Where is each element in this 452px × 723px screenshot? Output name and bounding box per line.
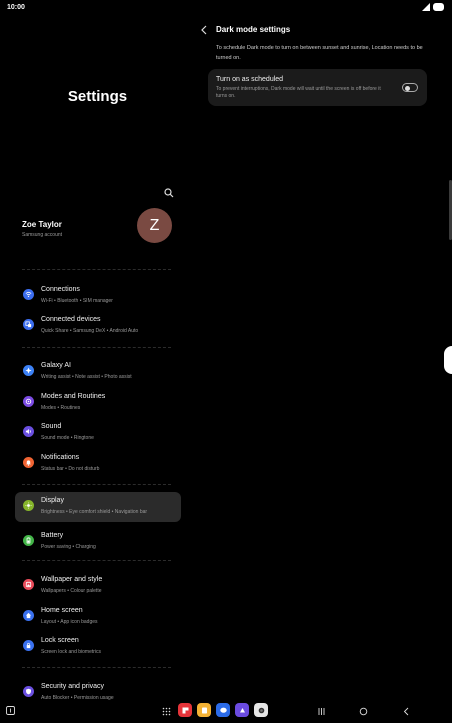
- settings-item-battery[interactable]: Battery Power saving • Charging: [15, 527, 181, 557]
- item-title: Wallpaper and style: [41, 576, 103, 583]
- sun-icon: [23, 500, 34, 511]
- item-subtitle: Wi-Fi • Bluetooth • SIM manager: [41, 298, 113, 304]
- toggle-knob: [405, 85, 410, 91]
- settings-item-sound[interactable]: Sound Sound mode • Ringtone: [15, 418, 181, 448]
- back-arrow-icon[interactable]: [200, 25, 208, 35]
- wifi-icon: [23, 289, 34, 300]
- item-subtitle: Writing assist • Note assist • Photo ass…: [41, 374, 132, 380]
- camera-icon[interactable]: [254, 703, 268, 717]
- ai-star-icon: [23, 365, 34, 376]
- item-title: Lock screen: [41, 637, 79, 644]
- recents-icon[interactable]: [317, 707, 326, 716]
- modes-icon: [23, 396, 34, 407]
- settings-item-notifications[interactable]: Notifications Status bar • Do not distur…: [15, 449, 181, 479]
- system-icons: [422, 3, 444, 11]
- item-title: Security and privacy: [41, 683, 105, 690]
- settings-item-lock-screen[interactable]: Lock screen Screen lock and biometrics: [15, 632, 181, 662]
- settings-item-connected-devices[interactable]: Connected devices Quick Share • Samsung …: [15, 311, 181, 341]
- item-subtitle: Sound mode • Ringtone: [41, 435, 94, 441]
- settings-item-modes-routines[interactable]: Modes and Routines Modes • Routines: [15, 388, 181, 418]
- flipboard-icon[interactable]: [178, 703, 192, 717]
- item-subtitle: Screen lock and biometrics: [41, 649, 102, 655]
- avatar[interactable]: Z: [137, 208, 172, 243]
- signal-icon: [422, 3, 430, 11]
- item-subtitle: Modes • Routines: [41, 405, 81, 411]
- divider: [22, 347, 171, 349]
- item-title: Sound: [41, 423, 62, 430]
- status-bar: 10:00: [0, 0, 452, 16]
- divider: [22, 560, 171, 562]
- devices-icon: [23, 319, 34, 330]
- settings-item-connections[interactable]: Connections Wi-Fi • Bluetooth • SIM mana…: [15, 281, 181, 311]
- shield-icon: [23, 686, 34, 697]
- dock: [178, 703, 268, 717]
- item-title: Galaxy AI: [41, 362, 71, 369]
- home-nav-icon[interactable]: [359, 707, 368, 716]
- page-title: Settings: [67, 88, 128, 105]
- profile-sub: Samsung account: [22, 232, 63, 238]
- detail-description: To schedule Dark mode to turn on between…: [216, 45, 423, 61]
- item-title: Notifications: [41, 454, 80, 461]
- item-subtitle: Brightness • Eye comfort shield • Naviga…: [41, 509, 148, 515]
- home-icon: [23, 610, 34, 621]
- profile-name: Zoe Taylor: [22, 220, 62, 229]
- option-subtitle: To prevent interruptions, Dark mode will…: [216, 86, 381, 99]
- account-profile[interactable]: Zoe Taylor Samsung account: [22, 220, 62, 238]
- turn-on-as-scheduled-option[interactable]: Turn on as scheduled To prevent interrup…: [208, 69, 427, 106]
- item-subtitle: Layout • App icon badges: [41, 619, 98, 625]
- brush-icon: [23, 579, 34, 590]
- item-subtitle: Power saving • Charging: [41, 544, 96, 550]
- messages-icon[interactable]: [216, 703, 230, 717]
- item-subtitle: Status bar • Do not disturb: [41, 466, 100, 472]
- detail-title: Dark mode settings: [216, 25, 291, 34]
- notes-icon[interactable]: [197, 703, 211, 717]
- search-icon[interactable]: [164, 188, 174, 198]
- option-title: Turn on as scheduled: [216, 76, 284, 83]
- gallery-icon[interactable]: [235, 703, 249, 717]
- speaker-icon: [23, 426, 34, 437]
- settings-item-home-screen[interactable]: Home screen Layout • App icon badges: [15, 602, 181, 632]
- item-subtitle: Quick Share • Samsung DeX • Android Auto: [41, 328, 139, 334]
- accessibility-icon[interactable]: [6, 706, 15, 715]
- item-subtitle: Wallpapers • Colour palette: [41, 588, 102, 594]
- item-title: Display: [41, 497, 64, 504]
- status-time: 10:00: [7, 4, 25, 11]
- item-title: Battery: [41, 532, 64, 539]
- settings-item-galaxy-ai[interactable]: Galaxy AI Writing assist • Note assist •…: [15, 357, 181, 387]
- item-title: Connections: [41, 286, 80, 293]
- edge-panel-handle[interactable]: [444, 346, 452, 374]
- settings-item-wallpaper[interactable]: Wallpaper and style Wallpapers • Colour …: [15, 571, 181, 601]
- divider: [22, 667, 171, 669]
- item-title: Modes and Routines: [41, 393, 106, 400]
- scheduled-toggle[interactable]: [402, 83, 418, 92]
- item-title: Connected devices: [41, 316, 101, 323]
- battery-setting-icon: [23, 535, 34, 546]
- lock-icon: [23, 640, 34, 651]
- battery-icon: [433, 3, 444, 11]
- divider: [22, 484, 171, 486]
- bell-icon: [23, 457, 34, 468]
- item-title: Home screen: [41, 607, 83, 614]
- back-nav-icon[interactable]: [402, 707, 411, 716]
- settings-item-display[interactable]: Display Brightness • Eye comfort shield …: [15, 492, 181, 522]
- divider: [22, 269, 171, 271]
- navigation-bar: [0, 700, 452, 723]
- apps-grid-icon[interactable]: [162, 707, 171, 716]
